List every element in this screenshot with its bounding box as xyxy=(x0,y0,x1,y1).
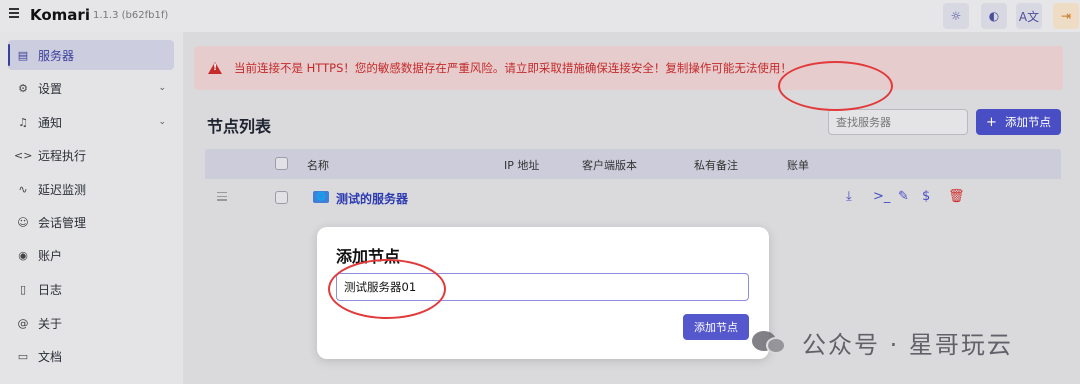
sidebar-item-label: 设置 xyxy=(38,81,63,96)
sidebar-item-account[interactable]: ◉ 账户 xyxy=(8,240,174,270)
plus-icon: + xyxy=(986,114,997,130)
billing-icon[interactable]: $ xyxy=(922,189,930,204)
bell-icon: ♫ xyxy=(18,115,28,129)
sidebar-item-label: 账户 xyxy=(38,248,63,263)
column-header: 客户端版本 xyxy=(582,159,637,172)
chevron-down-icon: ⌄ xyxy=(158,83,166,93)
edit-icon[interactable]: ✎ xyxy=(898,189,909,204)
column-header: 账单 xyxy=(787,159,809,172)
app-version: 1.1.3 (b62fb1f) xyxy=(93,10,169,21)
chevron-down-icon: ⌄ xyxy=(158,117,166,127)
column-header: IP 地址 xyxy=(504,159,540,172)
app-title: Komari xyxy=(30,6,90,24)
table-row: 🌐 测试的服务器 ⤓ >_ ✎ $ 🗑 xyxy=(205,179,1061,217)
server-icon: ▤ xyxy=(17,48,29,62)
table-header: 名称 IP 地址 客户端版本 私有备注 账单 xyxy=(205,149,1061,179)
sidebar-item-label: 远程执行 xyxy=(38,148,87,163)
sidebar-item-remote-exec[interactable]: <> 远程执行 xyxy=(8,140,174,170)
sidebar-item-label: 延迟监测 xyxy=(38,182,87,197)
terminal-icon[interactable]: >_ xyxy=(873,189,890,204)
watermark-text: 公众号 · 星哥玩云 xyxy=(802,330,1013,359)
watermark: 公众号 · 星哥玩云 xyxy=(752,325,1013,359)
log-icon: ▯ xyxy=(19,282,27,296)
annotation-circle xyxy=(328,259,446,319)
sidebar-item-settings[interactable]: ⚙ 设置 ⌄ xyxy=(8,73,174,103)
sidebar-item-label: 服务器 xyxy=(38,48,75,63)
book-icon: ▭ xyxy=(17,349,29,363)
logout-icon[interactable]: ⇥ xyxy=(1053,3,1079,29)
sidebar-item-notify[interactable]: ♫ 通知 ⌄ xyxy=(8,107,174,137)
column-header: 私有备注 xyxy=(694,159,738,172)
sidebar-item-label: 日志 xyxy=(38,282,63,297)
sidebar-item-label: 会话管理 xyxy=(38,215,87,230)
server-name[interactable]: 测试的服务器 xyxy=(336,190,408,207)
column-header: 名称 xyxy=(307,159,329,172)
drag-handle-icon[interactable] xyxy=(217,192,227,203)
sidebar-item-docs[interactable]: ▭ 文档 xyxy=(8,341,174,371)
delete-icon[interactable]: 🗑 xyxy=(948,189,965,204)
sidebar-item-sessions[interactable]: ☺ 会话管理 xyxy=(8,207,174,237)
sidebar-item-label: 关于 xyxy=(38,316,63,331)
sidebar-item-label: 文档 xyxy=(38,349,63,364)
code-icon: <> xyxy=(14,148,33,162)
top-bar: Komari 1.1.3 (b62fb1f) ☼ ◐ A文 ⇥ xyxy=(0,0,1080,32)
sidebar-item-label: 通知 xyxy=(38,115,63,130)
page-title: 节点列表 xyxy=(207,117,272,136)
add-node-label: 添加节点 xyxy=(1004,115,1051,129)
warning-icon xyxy=(208,62,222,74)
account-icon: ◉ xyxy=(18,248,28,262)
sidebar-item-servers[interactable]: ▤ 服务器 xyxy=(8,40,174,70)
https-warning-banner: 当前连接不是 HTTPS！您的敏感数据存在严重风险。请立即采取措施确保连接安全！… xyxy=(194,46,1063,90)
settings-icon: ⚙ xyxy=(18,81,28,95)
sun-icon[interactable]: ☼ xyxy=(943,3,969,29)
sidebar-item-logs[interactable]: ▯ 日志 xyxy=(8,274,174,304)
at-icon: @ xyxy=(17,316,29,330)
select-all-checkbox[interactable] xyxy=(275,157,288,170)
submit-add-node-button[interactable]: 添加节点 xyxy=(683,314,749,340)
wechat-logo-icon xyxy=(752,327,792,357)
users-icon: ☺ xyxy=(17,215,29,229)
palette-icon[interactable]: ◐ xyxy=(981,3,1007,29)
add-node-button[interactable]: + 添加节点 xyxy=(976,109,1061,135)
search-input[interactable] xyxy=(828,109,968,135)
flag-icon: 🌐 xyxy=(313,191,329,203)
sidebar-item-about[interactable]: @ 关于 xyxy=(8,308,174,338)
sidebar-item-latency[interactable]: ∿ 延迟监测 xyxy=(8,174,174,204)
download-icon[interactable]: ⤓ xyxy=(846,189,852,204)
sidebar: ▤ 服务器 ⚙ 设置 ⌄ ♫ 通知 ⌄ <> 远程执行 ∿ 延迟监测 ☺ 会话管… xyxy=(0,32,183,384)
annotation-circle xyxy=(778,61,893,111)
pulse-icon: ∿ xyxy=(18,182,28,196)
row-checkbox[interactable] xyxy=(275,191,288,204)
menu-icon[interactable] xyxy=(9,8,19,18)
warning-text: 当前连接不是 HTTPS！您的敏感数据存在严重风险。请立即采取措施确保连接安全！… xyxy=(234,61,792,75)
translate-icon[interactable]: A文 xyxy=(1016,3,1042,29)
